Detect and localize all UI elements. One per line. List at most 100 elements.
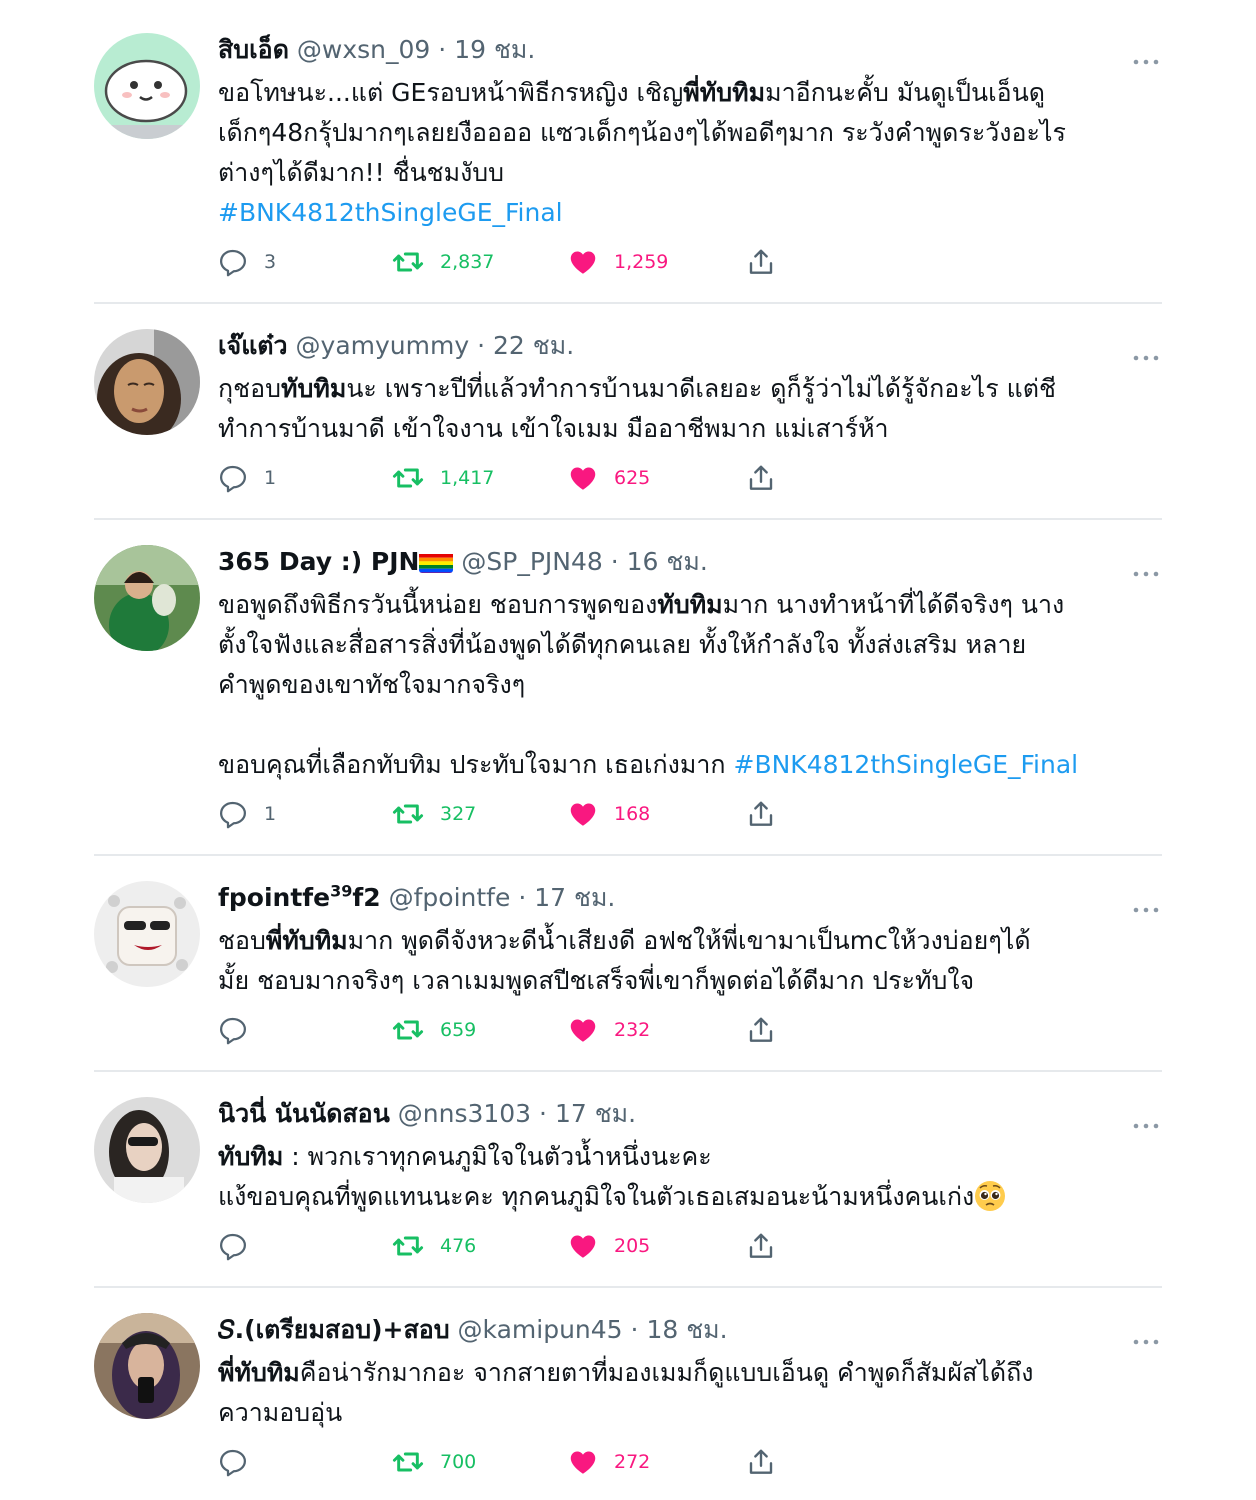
retweet-button[interactable]: 1,417 [392, 461, 494, 495]
tweet[interactable]: 𝑆.(เตรียมสอบ)+สอบ @kamipun45 · 18 ชม. พี… [94, 1313, 1162, 1493]
text-line: ชอบพี่ทับทิมมาก พูดดีจังหวะดีน้ำเสียงดี … [218, 926, 1031, 955]
timestamp[interactable]: 17 ชม. [555, 1099, 636, 1128]
retweet-count: 476 [440, 1235, 477, 1257]
like-button[interactable]: 625 [568, 461, 650, 495]
heart-icon [568, 463, 598, 493]
share-icon [746, 1447, 776, 1477]
reply-button[interactable]: 1 [218, 461, 276, 495]
tweet-header: 365 Day :) PJN @SP_PJN48 · 16 ชม. [218, 545, 1162, 579]
reply-button[interactable]: 1 [218, 797, 276, 831]
tweet-feed: สิบเอ็ด @wxsn_09 · 19 ชม. ขอโทษนะ...แต่ … [0, 0, 1256, 1500]
user-handle[interactable]: @SP_PJN48 [461, 547, 602, 576]
more-options-icon[interactable] [1132, 881, 1160, 915]
text-line: ขอโทษนะ...แต่ GEรอบหน้าพิธีกรหญิง เชิญพี… [218, 78, 1046, 107]
share-button[interactable] [746, 461, 776, 495]
tweet-header: สิบเอ็ด @wxsn_09 · 19 ชม. [218, 33, 1162, 67]
like-button[interactable]: 168 [568, 797, 650, 831]
display-name[interactable]: 365 Day :) PJN [218, 547, 419, 576]
retweet-button[interactable]: 2,837 [392, 245, 494, 279]
share-button[interactable] [746, 1229, 776, 1263]
display-name[interactable]: เจ๊แต๋ว [218, 331, 288, 360]
share-button[interactable] [746, 797, 776, 831]
text-line: พี่ทับทิมคือน่ารักมากอะ จากสายตาที่มองเม… [218, 1358, 1034, 1387]
reply-button[interactable] [218, 1229, 264, 1263]
heart-icon [568, 247, 598, 277]
avatar[interactable] [94, 545, 200, 651]
separator: · [539, 1099, 547, 1128]
tweet-header: 𝑆.(เตรียมสอบ)+สอบ @kamipun45 · 18 ชม. [218, 1313, 1162, 1347]
tweet[interactable]: 365 Day :) PJN @SP_PJN48 · 16 ชม. ขอพูดถ… [94, 545, 1162, 845]
tweet-text: ขอพูดถึงพิธีกรวันนี้หน่อย ชอบการพูดของทั… [218, 585, 1162, 785]
share-icon [746, 799, 776, 829]
share-icon [746, 1231, 776, 1261]
tweet[interactable]: fpointfe39f2 @fpointfe · 17 ชม. ชอบพี่ทั… [94, 881, 1162, 1061]
share-button[interactable] [746, 1013, 776, 1047]
tweet-actions: 1 1,417 625 [218, 461, 798, 495]
timestamp[interactable]: 17 ชม. [534, 883, 615, 912]
like-button[interactable]: 232 [568, 1013, 650, 1047]
retweet-count: 327 [440, 803, 477, 825]
hashtag-link[interactable]: #BNK4812thSingleGE_Final [218, 198, 563, 227]
like-button[interactable]: 205 [568, 1229, 650, 1263]
avatar[interactable] [94, 33, 200, 139]
tweet[interactable]: นิวนี่ นันนัดสอน @nns3103 · 17 ชม. ทับทิ… [94, 1097, 1162, 1277]
more-options-icon[interactable] [1132, 33, 1160, 67]
timestamp[interactable]: 16 ชม. [627, 547, 708, 576]
separator: · [438, 35, 447, 64]
like-count: 168 [614, 803, 651, 825]
tweet-text: พี่ทับทิมคือน่ารักมากอะ จากสายตาที่มองเม… [218, 1353, 1162, 1433]
retweet-count: 700 [440, 1451, 477, 1473]
timestamp[interactable]: 22 ชม. [493, 331, 574, 360]
user-handle[interactable]: @yamyummy [296, 331, 470, 360]
retweet-button[interactable]: 476 [392, 1229, 476, 1263]
text-line: ทับทิม : พวกเราทุกคนภูมิใจในตัวน้ำหนึ่งน… [218, 1142, 712, 1171]
tweet-text: ทับทิม : พวกเราทุกคนภูมิใจในตัวน้ำหนึ่งน… [218, 1137, 1162, 1217]
reply-icon [218, 799, 248, 829]
more-options-icon[interactable] [1132, 329, 1160, 363]
tweet-actions: 700 272 [218, 1445, 798, 1479]
retweet-count: 1,417 [440, 467, 495, 489]
user-handle[interactable]: @fpointfe [389, 883, 511, 912]
avatar[interactable] [94, 1313, 200, 1419]
display-name[interactable]: 𝑆.(เตรียมสอบ)+สอบ [218, 1315, 450, 1344]
retweet-button[interactable]: 327 [392, 797, 476, 831]
avatar[interactable] [94, 329, 200, 435]
divider [94, 854, 1162, 856]
display-name[interactable]: สิบเอ็ด [218, 35, 289, 64]
like-button[interactable]: 1,259 [568, 245, 668, 279]
user-handle[interactable]: @wxsn_09 [297, 35, 430, 64]
reply-button[interactable]: 3 [218, 245, 276, 279]
share-icon [746, 247, 776, 277]
reply-button[interactable] [218, 1013, 264, 1047]
retweet-button[interactable]: 700 [392, 1445, 476, 1479]
user-handle[interactable]: @nns3103 [398, 1099, 531, 1128]
avatar[interactable] [94, 1097, 200, 1203]
share-button[interactable] [746, 245, 776, 279]
share-button[interactable] [746, 1445, 776, 1479]
tweet-header: นิวนี่ นันนัดสอน @nns3103 · 17 ชม. [218, 1097, 1162, 1131]
like-button[interactable]: 272 [568, 1445, 650, 1479]
text-line: ความอบอุ่น [218, 1398, 343, 1427]
more-options-icon[interactable] [1132, 1313, 1160, 1347]
tweet-text: ชอบพี่ทับทิมมาก พูดดีจังหวะดีน้ำเสียงดี … [218, 921, 1162, 1001]
timestamp[interactable]: 18 ชม. [646, 1315, 727, 1344]
timestamp[interactable]: 19 ชม. [454, 35, 535, 64]
reply-button[interactable] [218, 1445, 264, 1479]
more-options-icon[interactable] [1132, 545, 1160, 579]
avatar[interactable] [94, 881, 200, 987]
text-line: กุชอบทับทิมนะ เพราะปีที่แล้วทำการบ้านมาด… [218, 374, 1056, 403]
retweet-icon [392, 246, 424, 278]
retweet-button[interactable]: 659 [392, 1013, 476, 1047]
like-count: 1,259 [614, 251, 669, 273]
tweet[interactable]: เจ๊แต๋ว @yamyummy · 22 ชม. กุชอบทับทิมนะ… [94, 329, 1162, 509]
heart-icon [568, 1015, 598, 1045]
more-options-icon[interactable] [1132, 1097, 1160, 1131]
hashtag-link[interactable]: #BNK4812thSingleGE_Final [734, 750, 1079, 779]
user-handle[interactable]: @kamipun45 [458, 1315, 623, 1344]
separator: · [610, 547, 619, 576]
reply-icon [218, 1447, 248, 1477]
display-name[interactable]: นิวนี่ นันนัดสอน [218, 1099, 390, 1128]
tweet[interactable]: สิบเอ็ด @wxsn_09 · 19 ชม. ขอโทษนะ...แต่ … [94, 33, 1162, 283]
divider [94, 302, 1162, 304]
display-name[interactable]: fpointfe39f2 [218, 883, 381, 912]
